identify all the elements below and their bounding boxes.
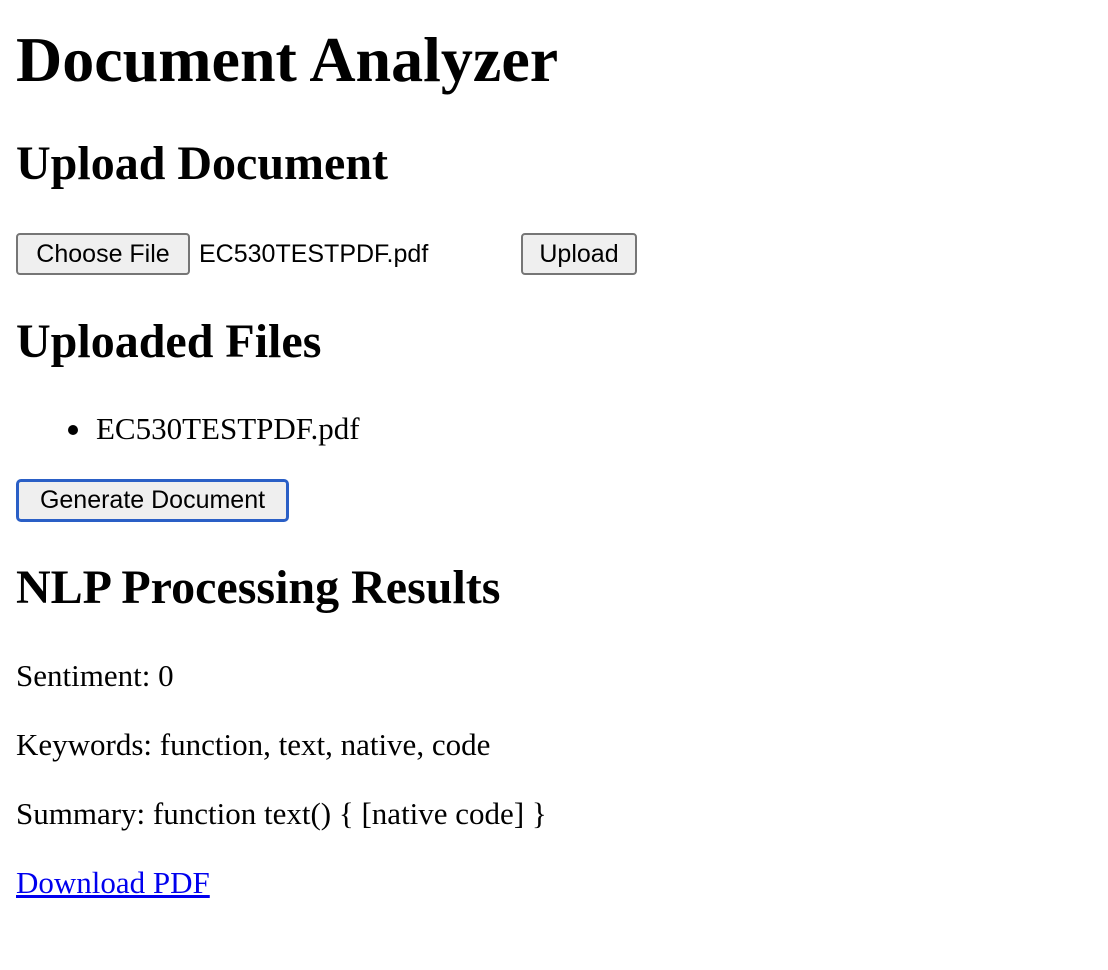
list-item: EC530TESTPDF.pdf [96, 411, 360, 446]
choose-file-button[interactable]: Choose File [16, 233, 190, 275]
sentiment-result: Sentiment: 0 [16, 658, 174, 693]
upload-button[interactable]: Upload [521, 233, 637, 275]
keywords-result: Keywords: function, text, native, code [16, 727, 491, 762]
nlp-results-heading: NLP Processing Results [16, 561, 501, 614]
summary-result: Summary: function text() { [native code]… [16, 796, 547, 831]
uploaded-files-heading: Uploaded Files [16, 315, 322, 368]
page-title: Document Analyzer [16, 24, 559, 95]
selected-file-name: EC530TESTPDF.pdf [199, 240, 429, 268]
generate-document-button[interactable]: Generate Document [16, 479, 289, 522]
list-bullet-icon [68, 425, 78, 435]
upload-section-heading: Upload Document [16, 137, 389, 190]
download-pdf-link[interactable]: Download PDF [16, 863, 210, 903]
